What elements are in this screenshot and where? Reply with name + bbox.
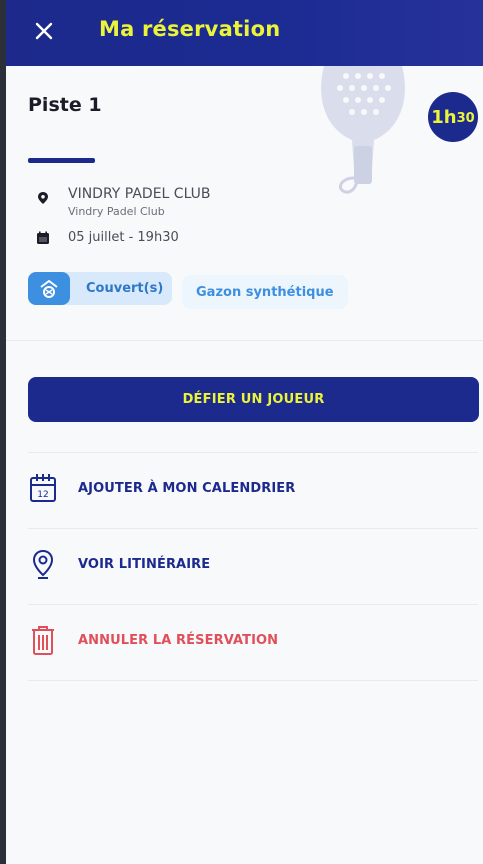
booking-date: 05 juillet - 19h30	[68, 230, 179, 245]
club-name: VINDRY PADEL CLUB	[68, 186, 211, 202]
location-pin-icon	[38, 192, 48, 204]
covered-court-icon	[40, 279, 58, 298]
challenge-player-button[interactable]: DÉFIER UN JOUEUR	[28, 377, 479, 422]
close-icon	[35, 22, 53, 40]
cancel-booking-label: ANNULER LA RÉSERVATION	[78, 632, 279, 648]
title-underline	[28, 158, 95, 163]
divider	[28, 604, 478, 605]
add-to-calendar-button[interactable]: 12 AJOUTER À MON CALENDRIER	[28, 468, 479, 508]
page-title: Ma réservation	[99, 17, 281, 41]
directions-label: VOIR LITINÉRAIRE	[78, 556, 211, 572]
divider	[28, 680, 478, 681]
duration-minutes: 30	[456, 111, 475, 126]
add-to-calendar-label: AJOUTER À MON CALENDRIER	[78, 480, 296, 496]
covered-icon-box	[28, 272, 70, 305]
close-button[interactable]	[30, 17, 58, 45]
calendar-icon	[37, 231, 49, 244]
duration-badge: 1h 30	[428, 92, 478, 142]
padel-racket-icon	[321, 66, 405, 194]
directions-button[interactable]: VOIR LITINÉRAIRE	[28, 544, 479, 584]
duration-hours: 1h	[431, 106, 457, 128]
top-bar: Ma réservation	[6, 0, 483, 66]
divider	[28, 452, 478, 453]
tag-surface: Gazon synthétique	[182, 275, 348, 309]
calendar-day-label: 12	[37, 490, 48, 500]
map-pin-icon	[32, 549, 54, 579]
court-name: Piste 1	[28, 94, 102, 116]
section-divider	[6, 340, 483, 341]
trash-icon	[32, 626, 54, 655]
cancel-booking-button[interactable]: ANNULER LA RÉSERVATION	[28, 620, 479, 660]
booking-screen: Ma réservation Piste 1 1h 30 VINDRY PADEL…	[6, 0, 483, 864]
club-subtitle: Vindry Padel Club	[68, 205, 165, 218]
calendar-add-icon: 12	[30, 474, 56, 502]
tag-covered-label: Couvert(s)	[86, 281, 164, 296]
tag-covered: Couvert(s)	[28, 272, 172, 305]
divider	[28, 528, 478, 529]
